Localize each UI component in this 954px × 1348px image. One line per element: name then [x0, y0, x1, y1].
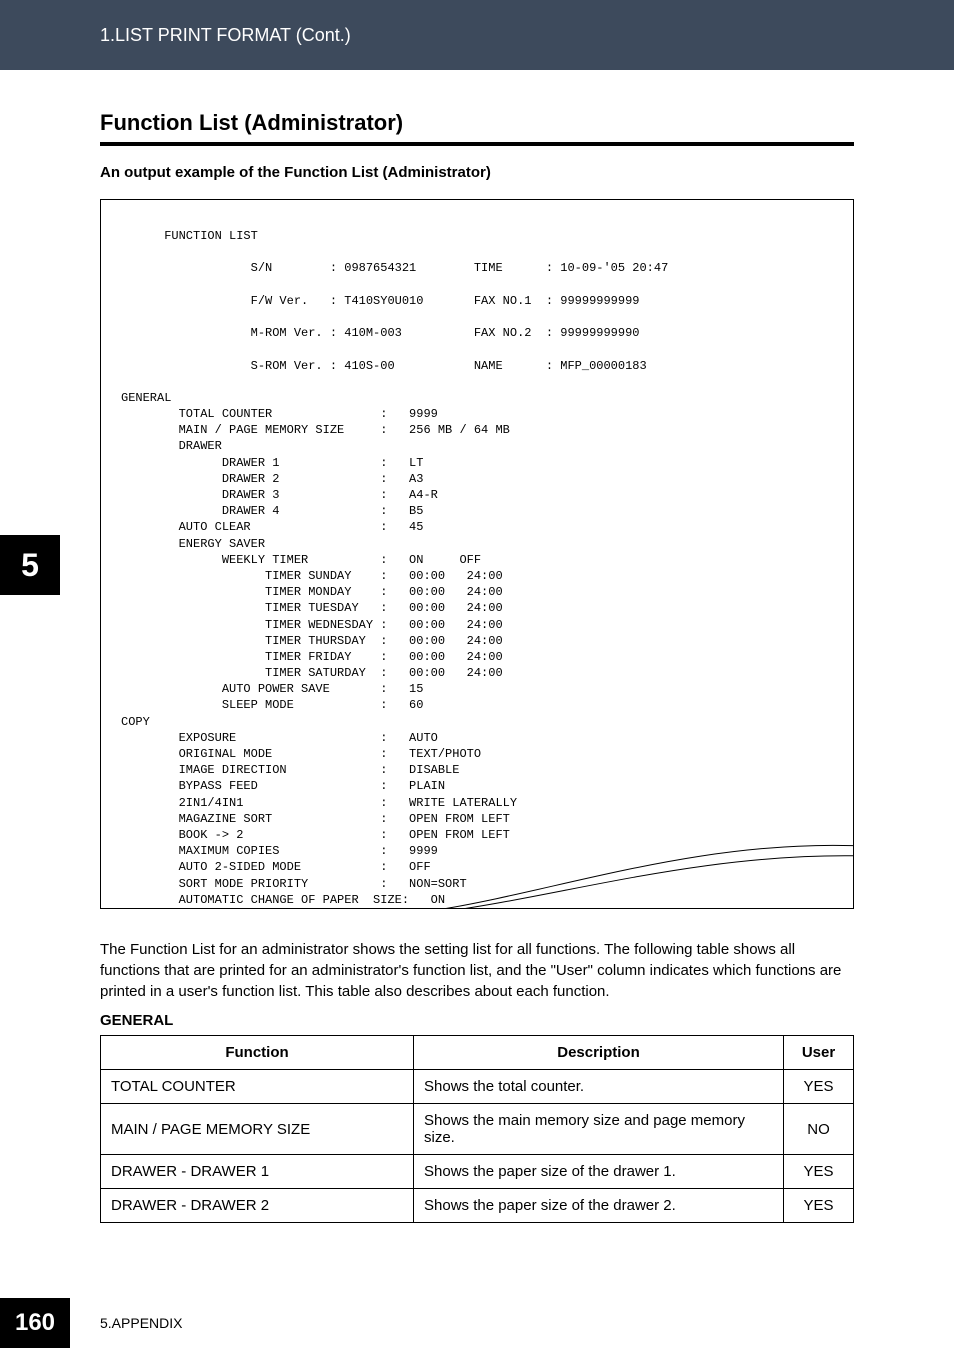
th-function: Function: [101, 1036, 414, 1070]
td-function: TOTAL COUNTER: [101, 1070, 414, 1104]
content-area: Function List (Administrator) An output …: [0, 70, 954, 1223]
td-description: Shows the main memory size and page memo…: [414, 1104, 784, 1155]
breadcrumb: 1.LIST PRINT FORMAT (Cont.): [100, 25, 351, 46]
td-description: Shows the total counter.: [414, 1070, 784, 1104]
th-user: User: [784, 1036, 854, 1070]
table-row: DRAWER - DRAWER 1Shows the paper size of…: [101, 1155, 854, 1189]
footer-text: 5.APPENDIX: [100, 1315, 182, 1331]
output-example-box: FUNCTION LIST S/N : 0987654321 TIME : 10…: [100, 199, 854, 909]
td-user: YES: [784, 1070, 854, 1104]
td-user: YES: [784, 1189, 854, 1223]
page-curl-decoration: [443, 834, 854, 909]
td-user: NO: [784, 1104, 854, 1155]
table-header-row: Function Description User: [101, 1036, 854, 1070]
td-function: DRAWER - DRAWER 1: [101, 1155, 414, 1189]
table-row: DRAWER - DRAWER 2Shows the paper size of…: [101, 1189, 854, 1223]
function-list-output: FUNCTION LIST S/N : 0987654321 TIME : 10…: [121, 228, 833, 909]
header-band: 1.LIST PRINT FORMAT (Cont.): [0, 0, 954, 70]
td-description: Shows the paper size of the drawer 1.: [414, 1155, 784, 1189]
page-number: 160: [0, 1298, 70, 1348]
section-title: Function List (Administrator): [100, 110, 854, 146]
page-footer: 160 5.APPENDIX: [0, 1298, 954, 1348]
table-row: TOTAL COUNTERShows the total counter.YES: [101, 1070, 854, 1104]
td-function: DRAWER - DRAWER 2: [101, 1189, 414, 1223]
body-text: The Function List for an administrator s…: [100, 939, 854, 1002]
td-user: YES: [784, 1155, 854, 1189]
td-function: MAIN / PAGE MEMORY SIZE: [101, 1104, 414, 1155]
chapter-tab: 5: [0, 535, 60, 595]
td-description: Shows the paper size of the drawer 2.: [414, 1189, 784, 1223]
section-subtitle: An output example of the Function List (…: [100, 164, 854, 181]
th-description: Description: [414, 1036, 784, 1070]
table-row: MAIN / PAGE MEMORY SIZEShows the main me…: [101, 1104, 854, 1155]
function-table: Function Description User TOTAL COUNTERS…: [100, 1035, 854, 1223]
general-label: GENERAL: [100, 1012, 854, 1029]
